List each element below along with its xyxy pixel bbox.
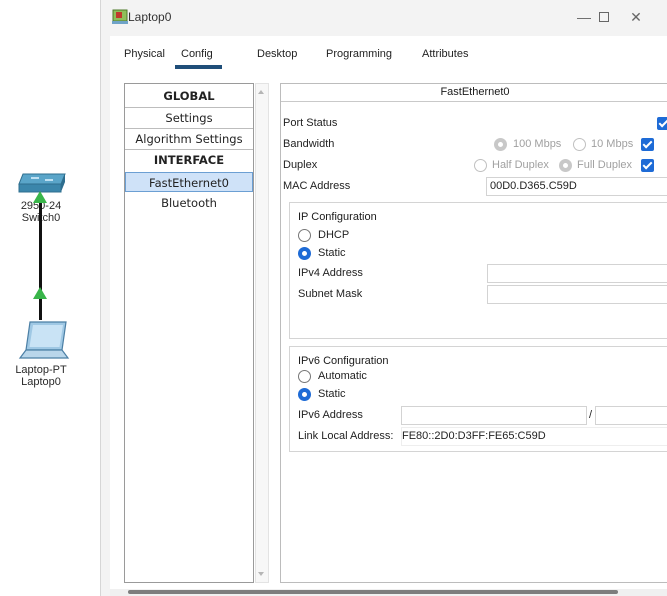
title-bar[interactable]: Laptop0 — ✕ <box>101 0 667 36</box>
dhcp-label: DHCP <box>318 229 350 241</box>
ipv4-static-label: Static <box>318 247 346 259</box>
ipv4-static-radio[interactable] <box>298 247 311 260</box>
ipv6-configuration-group: IPv6 Configuration Automatic Static IPv6… <box>289 346 667 452</box>
ipv6-prefix-separator: / <box>589 409 593 421</box>
subnet-mask-input[interactable] <box>487 285 667 304</box>
bandwidth-10-radio[interactable] <box>573 138 586 151</box>
bandwidth-auto-checkbox[interactable] <box>641 138 654 151</box>
window-title: Laptop0 <box>128 10 172 24</box>
tab-physical[interactable]: Physical <box>124 48 165 60</box>
mac-address-label: MAC Address <box>283 180 351 192</box>
tab-bar: Physical Config Desktop Programming Attr… <box>110 36 667 69</box>
link-status-arrow-top <box>33 191 47 203</box>
link-cable[interactable] <box>39 195 42 320</box>
half-duplex-label: Half Duplex <box>492 159 549 171</box>
ipv6-automatic-radio[interactable] <box>298 370 311 383</box>
scroll-down-arrow-icon[interactable] <box>258 572 264 576</box>
menu-header-global: GLOBAL <box>163 89 215 103</box>
full-duplex-radio[interactable] <box>559 159 572 172</box>
maximize-icon <box>599 12 609 22</box>
laptop-name-label: Laptop0 <box>21 376 61 388</box>
tab-config[interactable]: Config <box>181 48 213 60</box>
ipv6-static-label: Static <box>318 388 346 400</box>
duplex-label: Duplex <box>283 159 318 171</box>
interface-title: FastEthernet0 <box>281 84 667 102</box>
ipv6-address-label: IPv6 Address <box>298 409 363 421</box>
laptop-model-label: Laptop-PT <box>15 364 67 376</box>
menu-scrollbar[interactable] <box>255 83 269 583</box>
ipv6-address-input[interactable] <box>401 406 587 425</box>
bandwidth-100-label: 100 Mbps <box>513 138 562 150</box>
link-status-arrow-bottom <box>33 287 47 299</box>
subnet-mask-label: Subnet Mask <box>298 288 363 300</box>
close-button[interactable]: ✕ <box>621 6 651 30</box>
ipv6-configuration-title: IPv6 Configuration <box>298 355 389 367</box>
ipv4-address-label: IPv4 Address <box>298 267 363 279</box>
scroll-up-arrow-icon[interactable] <box>258 90 264 94</box>
port-status-label: Port Status <box>283 117 338 129</box>
port-status-checkbox[interactable] <box>657 117 667 130</box>
topology-canvas[interactable]: 2950-24 Switch0 Laptop-PT Laptop0 <box>0 0 100 596</box>
link-local-address-value: FE80::2D0:D3FF:FE65:C59D <box>401 427 667 446</box>
half-duplex-radio[interactable] <box>474 159 487 172</box>
laptop-icon[interactable] <box>18 320 70 362</box>
bandwidth-10-label: 10 Mbps <box>591 138 634 150</box>
ipv6-static-radio[interactable] <box>298 388 311 401</box>
menu-item-settings[interactable]: Settings <box>125 108 253 128</box>
interface-panel: FastEthernet0 Port Status Bandwidth 100 … <box>280 83 667 583</box>
menu-header-interface: INTERFACE <box>153 153 225 167</box>
tab-programming[interactable]: Programming <box>326 48 392 60</box>
maximize-button[interactable] <box>589 6 619 30</box>
window-content: Physical Config Desktop Programming Attr… <box>110 36 667 596</box>
ipv6-prefix-input[interactable] <box>595 406 667 425</box>
ipv4-address-input[interactable] <box>487 264 667 283</box>
dhcp-radio[interactable] <box>298 229 311 242</box>
full-duplex-label: Full Duplex <box>577 159 633 171</box>
menu-item-algorithm-settings[interactable]: Algorithm Settings <box>125 129 253 149</box>
bandwidth-label: Bandwidth <box>283 138 335 150</box>
ipv6-automatic-label: Automatic <box>318 370 367 382</box>
bandwidth-100-radio[interactable] <box>494 138 507 151</box>
tab-desktop[interactable]: Desktop <box>257 48 297 60</box>
horizontal-scrollbar[interactable] <box>128 590 618 594</box>
config-menu: GLOBAL Settings Algorithm Settings INTER… <box>124 83 254 583</box>
menu-item-bluetooth[interactable]: Bluetooth <box>125 193 253 213</box>
ip-configuration-group: IP Configuration DHCP Static IPv4 Addres… <box>289 202 667 339</box>
link-local-address-label: Link Local Address: <box>298 430 394 442</box>
device-window: Laptop0 — ✕ Physical Config Desktop Prog… <box>100 0 667 596</box>
mac-address-field[interactable]: 00D0.D365.C59D <box>486 177 667 196</box>
tab-attributes[interactable]: Attributes <box>422 48 468 60</box>
menu-item-fastethernet0[interactable]: FastEthernet0 <box>125 172 253 192</box>
ip-configuration-title: IP Configuration <box>298 211 377 223</box>
laptop-app-icon <box>112 9 128 24</box>
duplex-auto-checkbox[interactable] <box>641 159 654 172</box>
